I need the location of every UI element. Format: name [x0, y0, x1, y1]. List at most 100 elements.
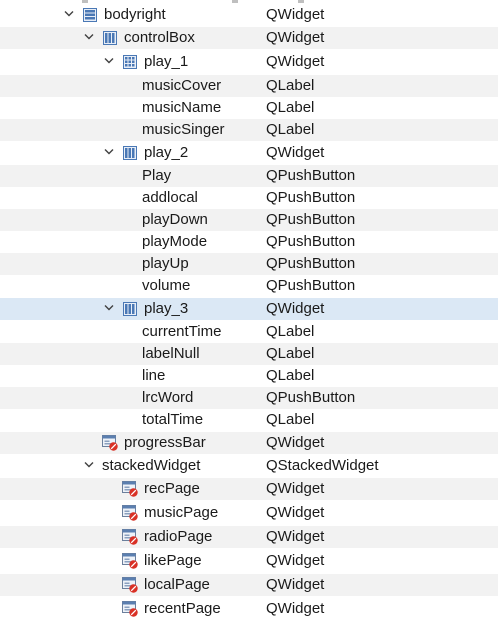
- class-name: QWidget: [266, 480, 325, 497]
- object-name: play_2: [144, 144, 189, 161]
- tree-row-musicCover[interactable]: musicCover QLabel: [0, 75, 498, 97]
- tree-row-line[interactable]: line QLabel: [0, 365, 498, 387]
- broken-layout-widget-icon: [122, 601, 138, 617]
- broken-layout-widget-icon: [122, 553, 138, 569]
- class-name: QPushButton: [266, 233, 356, 250]
- tree-row-musicSinger[interactable]: musicSinger QLabel: [0, 119, 498, 141]
- tree-row-addlocal[interactable]: addlocal QPushButton: [0, 187, 498, 209]
- tree-row-play_1[interactable]: play_1 QWidget: [0, 51, 498, 73]
- class-name: QWidget: [266, 552, 325, 569]
- class-name: QWidget: [266, 528, 325, 545]
- object-name: Play: [142, 167, 172, 184]
- class-name: QPushButton: [266, 189, 356, 206]
- row-edge-mark: [232, 0, 238, 3]
- tree-row-labelNull[interactable]: labelNull QLabel: [0, 343, 498, 365]
- tree-row-currentTime[interactable]: currentTime QLabel: [0, 321, 498, 343]
- object-name: recPage: [144, 480, 200, 497]
- tree-row-playUp[interactable]: playUp QPushButton: [0, 253, 498, 275]
- object-name: currentTime: [142, 323, 222, 340]
- class-name: QWidget: [266, 504, 325, 521]
- tree-row-musicPage[interactable]: musicPage QWidget: [0, 502, 498, 524]
- object-name: lrcWord: [142, 389, 194, 406]
- broken-layout-widget-icon: [122, 505, 138, 521]
- class-name: QLabel: [266, 367, 315, 384]
- row-edge-mark: [298, 0, 304, 3]
- grid-layout-icon: [122, 54, 138, 70]
- object-name: addlocal: [142, 189, 198, 206]
- object-name: musicName: [142, 99, 222, 116]
- object-name: playUp: [142, 255, 189, 272]
- broken-layout-widget-icon: [102, 435, 118, 451]
- chevron-down-icon[interactable]: [82, 458, 96, 472]
- class-name: QWidget: [266, 53, 325, 70]
- class-name: QLabel: [266, 323, 315, 340]
- object-name: bodyright: [104, 6, 166, 23]
- object-name: stackedWidget: [102, 457, 201, 474]
- class-name: QLabel: [266, 121, 315, 138]
- object-name: playMode: [142, 233, 208, 250]
- class-name: QWidget: [266, 300, 325, 317]
- class-name: QWidget: [266, 6, 325, 23]
- broken-layout-widget-icon: [122, 529, 138, 545]
- tree-row-volume[interactable]: volume QPushButton: [0, 275, 498, 297]
- tree-row-play_2[interactable]: play_2 QWidget: [0, 142, 498, 164]
- class-name: QWidget: [266, 29, 325, 46]
- broken-layout-widget-icon: [122, 577, 138, 593]
- object-name: labelNull: [142, 345, 200, 362]
- class-name: QPushButton: [266, 277, 356, 294]
- tree-row-progressBar[interactable]: progressBar QWidget: [0, 432, 498, 454]
- tree-row-stackedWidget[interactable]: stackedWidget QStackedWidget: [0, 455, 498, 477]
- class-name: QWidget: [266, 600, 325, 617]
- class-name: QWidget: [266, 576, 325, 593]
- object-inspector-tree: bodyright QWidget controlBox QWidget play_1 Q…: [0, 0, 498, 622]
- broken-layout-widget-icon: [122, 481, 138, 497]
- object-name: play_3: [144, 300, 189, 317]
- class-name: QPushButton: [266, 167, 356, 184]
- chevron-down-icon[interactable]: [82, 30, 96, 44]
- object-name: volume: [142, 277, 191, 294]
- tree-row-totalTime[interactable]: totalTime QLabel: [0, 409, 498, 431]
- object-name: musicPage: [144, 504, 219, 521]
- class-name: QStackedWidget: [266, 457, 379, 474]
- class-name: QLabel: [266, 99, 315, 116]
- class-name: QPushButton: [266, 389, 356, 406]
- object-name: playDown: [142, 211, 208, 228]
- object-name: controlBox: [124, 29, 195, 46]
- object-name: likePage: [144, 552, 202, 569]
- chevron-down-icon[interactable]: [102, 301, 116, 315]
- object-name: localPage: [144, 576, 210, 593]
- tree-row-recPage[interactable]: recPage QWidget: [0, 478, 498, 500]
- horizontal-layout-icon: [102, 30, 118, 46]
- chevron-down-icon[interactable]: [102, 145, 116, 159]
- horizontal-layout-icon: [122, 145, 138, 161]
- object-name: progressBar: [124, 434, 206, 451]
- tree-row-Play[interactable]: Play QPushButton: [0, 165, 498, 187]
- tree-row-play_3[interactable]: play_3 QWidget: [0, 298, 498, 320]
- class-name: QLabel: [266, 77, 315, 94]
- chevron-down-icon[interactable]: [102, 54, 116, 68]
- class-name: QPushButton: [266, 211, 356, 228]
- tree-row-playMode[interactable]: playMode QPushButton: [0, 231, 498, 253]
- tree-row-controlBox[interactable]: controlBox QWidget: [0, 27, 498, 49]
- object-name: musicCover: [142, 77, 222, 94]
- tree-row-localPage[interactable]: localPage QWidget: [0, 574, 498, 596]
- tree-row-lrcWord[interactable]: lrcWord QPushButton: [0, 387, 498, 409]
- object-name: totalTime: [142, 411, 204, 428]
- tree-row-musicName[interactable]: musicName QLabel: [0, 97, 498, 119]
- object-name: musicSinger: [142, 121, 225, 138]
- horizontal-layout-icon: [122, 301, 138, 317]
- tree-row-radioPage[interactable]: radioPage QWidget: [0, 526, 498, 548]
- tree-row-bodyright[interactable]: bodyright QWidget: [0, 4, 498, 26]
- class-name: QLabel: [266, 411, 315, 428]
- tree-row-recentPage[interactable]: recentPage QWidget: [0, 598, 498, 620]
- class-name: QWidget: [266, 144, 325, 161]
- class-name: QWidget: [266, 434, 325, 451]
- vertical-layout-icon: [82, 7, 98, 23]
- tree-row-playDown[interactable]: playDown QPushButton: [0, 209, 498, 231]
- tree-row-likePage[interactable]: likePage QWidget: [0, 550, 498, 572]
- object-name: play_1: [144, 53, 189, 70]
- class-name: QLabel: [266, 345, 315, 362]
- object-name: line: [142, 367, 166, 384]
- chevron-down-icon[interactable]: [62, 7, 76, 21]
- object-name: recentPage: [144, 600, 221, 617]
